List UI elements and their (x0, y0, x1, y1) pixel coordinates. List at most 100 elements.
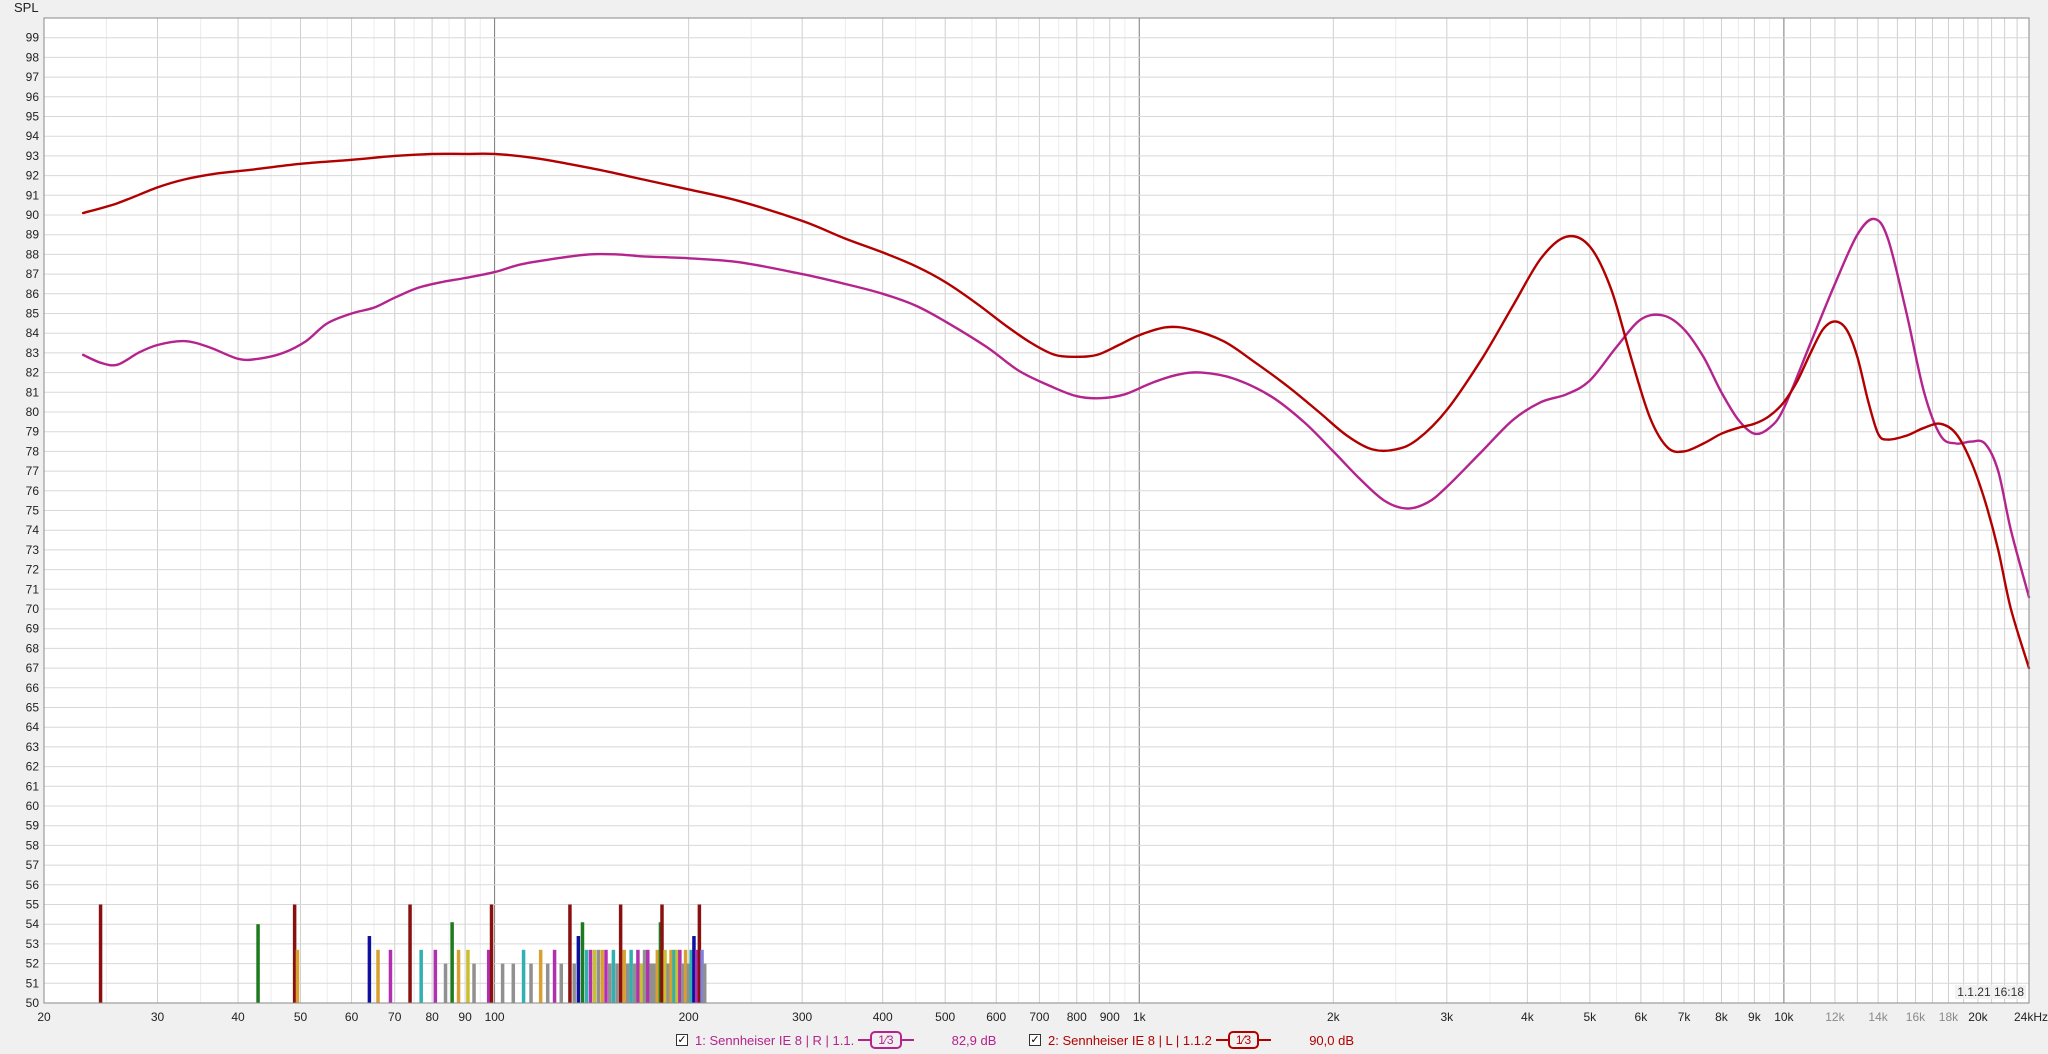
harmonic-bar (622, 949, 626, 1003)
harmonic-bar (511, 963, 516, 1003)
harmonic-bar (600, 949, 604, 1003)
y-tick-label: 67 (26, 661, 40, 675)
harmonic-bar (607, 963, 612, 1003)
harmonic-bar (388, 949, 393, 1003)
y-tick-label: 55 (26, 898, 40, 912)
x-tick-label: 4k (1521, 1010, 1535, 1024)
harmonic-bar (584, 949, 589, 1003)
y-tick-label: 96 (26, 90, 40, 104)
harmonic-bar (419, 949, 423, 1003)
y-tick-label: 59 (26, 819, 40, 833)
harmonic-bar (588, 949, 593, 1003)
legend-1-checkbox[interactable]: ✓ (676, 1034, 688, 1046)
y-tick-label: 53 (26, 937, 40, 951)
y-tick-label: 65 (26, 701, 40, 715)
harmonic-bar (529, 963, 533, 1003)
y-tick-label: 91 (26, 188, 40, 202)
legend-1-smoothing[interactable]: 1⁄3 (858, 1031, 914, 1049)
harmonic-bar (545, 963, 550, 1003)
y-tick-label: 79 (26, 425, 40, 439)
harmonic-bar (652, 963, 656, 1003)
y-tick-label: 80 (26, 405, 40, 419)
x-tick-label: 18k (1939, 1010, 1959, 1024)
x-tick-label: 80 (425, 1010, 439, 1024)
harmonic-bar (98, 904, 103, 1003)
x-tick-label: 2k (1327, 1010, 1341, 1024)
y-tick-label: 70 (26, 602, 40, 616)
harmonic-bar (580, 922, 585, 1003)
x-tick-label: 5k (1583, 1010, 1597, 1024)
x-tick-label: 12k (1825, 1010, 1845, 1024)
harmonic-bar (636, 949, 640, 1003)
harmonic-bar (663, 949, 667, 1003)
harmonic-bar (604, 949, 608, 1003)
legend-item-1[interactable]: ✓ 1: Sennheiser IE 8 | R | 1.1. 1⁄3 82,9… (676, 1030, 996, 1050)
x-tick-label: 800 (1067, 1010, 1087, 1024)
y-tick-label: 78 (26, 444, 40, 458)
x-tick-label: 500 (935, 1010, 955, 1024)
harmonic-bar (655, 949, 660, 1003)
x-tick-label: 900 (1100, 1010, 1120, 1024)
y-tick-label: 58 (26, 838, 40, 852)
y-tick-label: 87 (26, 267, 40, 281)
harmonic-bar (367, 936, 372, 1003)
harmonic-bar (642, 949, 647, 1003)
legend-2-checkbox[interactable]: ✓ (1029, 1034, 1041, 1046)
legend-1-level: 82,9 dB (951, 1032, 997, 1048)
x-tick-label: 40 (231, 1010, 245, 1024)
y-tick-label: 90 (26, 208, 40, 222)
x-tick-label: 70 (388, 1010, 402, 1024)
harmonic-bar (433, 949, 438, 1003)
y-tick-label: 82 (26, 366, 40, 380)
x-tick-label: 16k (1906, 1010, 1926, 1024)
x-tick-label: 90 (458, 1010, 472, 1024)
y-tick-label: 62 (26, 760, 40, 774)
harmonic-bar (456, 949, 461, 1003)
y-tick-label: 88 (26, 247, 40, 261)
x-tick-label: 200 (679, 1010, 699, 1024)
harmonic-bar (443, 963, 448, 1003)
x-tick-label: 100 (485, 1010, 505, 1024)
harmonic-bar (552, 949, 557, 1003)
y-tick-label: 73 (26, 543, 40, 557)
x-tick-labels: 20 30 40 50 60 70 80 90 100 200 300 400 500 600 700 800… (37, 1010, 2048, 1024)
harmonic-bar (450, 922, 454, 1003)
harmonic-bar (576, 936, 581, 1003)
y-tick-label: 52 (26, 957, 40, 971)
rew-spl-graph-window: SPL 50 51 52 53 54 55 56 57 58 59 60 61 62 63 64 65 66 67… (0, 0, 2048, 1054)
y-tick-label: 76 (26, 484, 40, 498)
harmonic-bar (408, 904, 412, 1003)
timestamp-label: 1.1.21 16:18 (1955, 985, 2026, 999)
legend-2-smoothing[interactable]: 1⁄3 (1215, 1031, 1272, 1049)
y-tick-label: 50 (26, 996, 40, 1010)
y-tick-label: 51 (26, 976, 40, 990)
x-tick-label: 20 (37, 1010, 51, 1024)
y-tick-label: 64 (26, 720, 40, 734)
x-tick-label: 700 (1029, 1010, 1049, 1024)
y-tick-label: 86 (26, 287, 40, 301)
x-tick-label: 50 (294, 1010, 308, 1024)
legend-item-2[interactable]: ✓ 2: Sennheiser IE 8 | L | 1.1.2 1⁄3 90,… (1029, 1030, 1354, 1050)
y-tick-label: 92 (26, 169, 40, 183)
legend-1-smoothing-badge[interactable]: 1⁄3 (870, 1031, 902, 1049)
legend-2-level: 90,0 dB (1309, 1032, 1355, 1048)
y-tick-label: 89 (26, 228, 40, 242)
spl-chart[interactable]: 50 51 52 53 54 55 56 57 58 59 60 61 62 63 64 65 66 67 68 69… (0, 0, 2048, 1054)
y-tick-label: 66 (26, 681, 40, 695)
legend-2-smoothing-badge[interactable]: 1⁄3 (1227, 1031, 1260, 1049)
x-tick-label: 60 (345, 1010, 359, 1024)
harmonic-bar (521, 949, 526, 1003)
harmonic-bar (625, 963, 630, 1003)
y-tick-label: 95 (26, 110, 40, 124)
y-tick-label: 57 (26, 858, 40, 872)
y-tick-label: 98 (26, 50, 40, 64)
chart-grid (44, 18, 2029, 1003)
y-tick-label: 84 (26, 326, 40, 340)
x-tick-label: 3k (1440, 1010, 1454, 1024)
x-tick-label: 30 (151, 1010, 165, 1024)
harmonic-bar (295, 949, 300, 1003)
harmonic-bar (649, 963, 653, 1003)
x-tick-label: 10k (1774, 1010, 1794, 1024)
x-tick-label: 20k (1968, 1010, 1988, 1024)
y-tick-label: 75 (26, 504, 40, 518)
